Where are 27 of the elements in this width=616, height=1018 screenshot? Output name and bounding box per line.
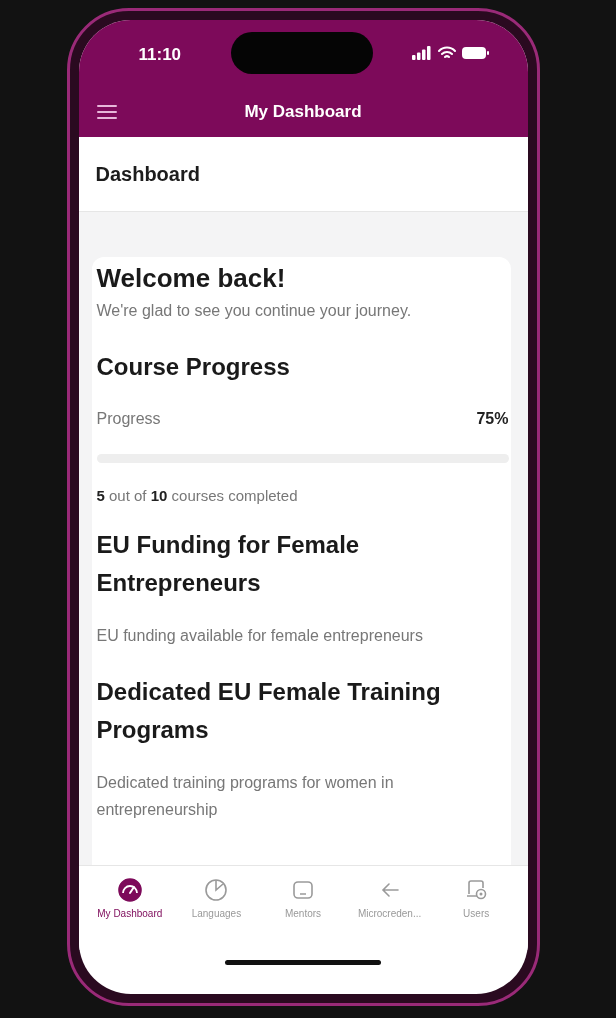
- progress-heading: Course Progress: [96, 352, 291, 382]
- menu-button[interactable]: [96, 103, 117, 120]
- tab-bar-item[interactable]: Mentors: [261, 878, 345, 950]
- welcome-heading: Welcome back!: [96, 263, 287, 294]
- progress-value: 75%: [476, 410, 509, 428]
- tab-bar-item[interactable]: Languages: [174, 878, 259, 950]
- courses-summary: 5 out of 10 courses completed: [96, 487, 299, 504]
- welcome-subtitle: We're glad to see you continue your journey.: [96, 302, 413, 320]
- screen-icon: [291, 878, 315, 902]
- header-title: My Dashboard: [244, 101, 362, 122]
- pie-chart-icon: [204, 878, 229, 902]
- tab-bar-item[interactable]: My Dashboard: [87, 878, 172, 950]
- progress-label: Progress: [96, 410, 161, 428]
- device-shield-icon: [464, 878, 489, 902]
- gauge-icon: [117, 878, 142, 902]
- signal-icon: [411, 46, 432, 60]
- menu-icon: [96, 103, 117, 120]
- status-time: 11:10: [138, 45, 182, 65]
- section-description: EU funding available for female entrepreneurs: [96, 626, 424, 646]
- battery-icon: [461, 46, 490, 60]
- section-heading: EU Funding for Female Entrepreneurs: [96, 530, 361, 598]
- wifi-icon: [437, 46, 456, 60]
- section-heading: Dedicated EU Female Training Programs: [96, 677, 442, 745]
- page-title: Dashboard: [95, 162, 200, 186]
- section-description: Dedicated training programs for women in entrepreneurship: [96, 773, 395, 820]
- tab-bar-item[interactable]: Users: [434, 878, 519, 950]
- tab-bar-item[interactable]: Microcreden...: [347, 878, 432, 950]
